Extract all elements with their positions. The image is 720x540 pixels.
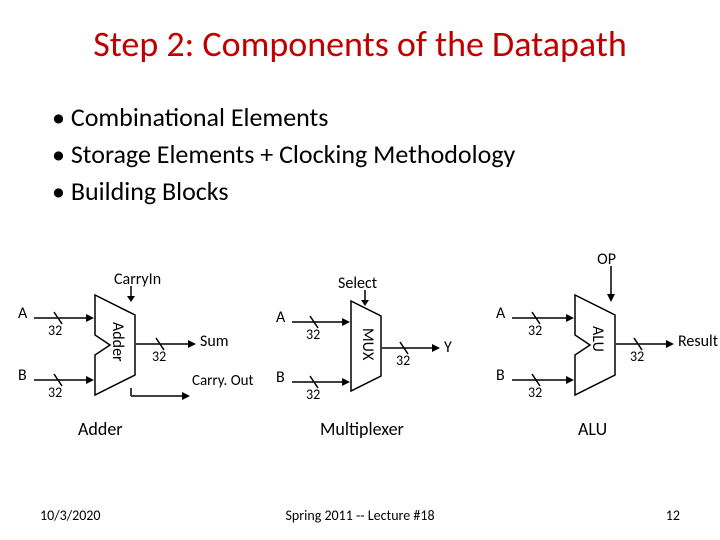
alu-result-width: 32 bbox=[630, 348, 644, 365]
mux-a-width: 32 bbox=[306, 326, 320, 343]
adder-a-label: A bbox=[18, 304, 27, 323]
carryout-label: Carry. Out bbox=[192, 372, 254, 390]
bullet-list: Combinational Elements Storage Elements … bbox=[52, 100, 515, 211]
mux-b-wire bbox=[292, 374, 350, 390]
op-arrow bbox=[606, 266, 616, 302]
select-arrow bbox=[360, 290, 370, 306]
mux-y-width: 32 bbox=[396, 352, 410, 369]
footer-center: Spring 2011 -- Lecture #18 bbox=[0, 507, 720, 524]
alu-block-label: ALU bbox=[588, 326, 607, 352]
carryout-arrow bbox=[126, 388, 190, 404]
alu-b-label: B bbox=[496, 366, 505, 385]
adder-sum-width: 32 bbox=[152, 348, 166, 365]
page-title: Step 2: Components of the Datapath bbox=[0, 22, 720, 66]
mux-caption: Multiplexer bbox=[320, 418, 404, 440]
adder-b-width: 32 bbox=[48, 384, 62, 401]
alu-b-wire bbox=[512, 372, 574, 388]
diagram-area: CarryIn Select OP Adder A 32 B 32 32 Sum… bbox=[0, 250, 720, 490]
adder-caption: Adder bbox=[78, 418, 123, 440]
mux-b-label: B bbox=[276, 368, 285, 387]
adder-b-wire bbox=[34, 372, 94, 388]
alu-b-width: 32 bbox=[528, 384, 542, 401]
mux-y-wire bbox=[382, 340, 440, 356]
adder-a-width: 32 bbox=[48, 322, 62, 339]
y-label: Y bbox=[444, 338, 452, 357]
sum-label: Sum bbox=[200, 332, 229, 351]
adder-block-label: Adder bbox=[108, 322, 127, 362]
alu-a-wire bbox=[512, 310, 574, 326]
mux-b-width: 32 bbox=[306, 386, 320, 403]
adder-b-label: B bbox=[18, 366, 27, 385]
slide: Step 2: Components of the Datapath Combi… bbox=[0, 0, 720, 540]
mux-a-label: A bbox=[276, 308, 285, 327]
bullet-item: Building Blocks bbox=[52, 174, 515, 209]
bullet-item: Combinational Elements bbox=[52, 100, 515, 135]
result-label: Result bbox=[678, 332, 718, 351]
carryin-label: CarryIn bbox=[114, 270, 161, 289]
mux-block-label: MUX bbox=[358, 328, 377, 360]
alu-caption: ALU bbox=[578, 418, 607, 440]
select-label: Select bbox=[338, 274, 377, 293]
bullet-item: Storage Elements + Clocking Methodology bbox=[52, 137, 515, 172]
mux-a-wire bbox=[292, 314, 350, 330]
alu-result-wire bbox=[616, 336, 674, 352]
alu-a-width: 32 bbox=[528, 322, 542, 339]
alu-a-label: A bbox=[496, 304, 505, 323]
carryin-arrow bbox=[126, 286, 136, 302]
footer-page: 12 bbox=[666, 507, 680, 524]
adder-a-wire bbox=[34, 310, 94, 326]
